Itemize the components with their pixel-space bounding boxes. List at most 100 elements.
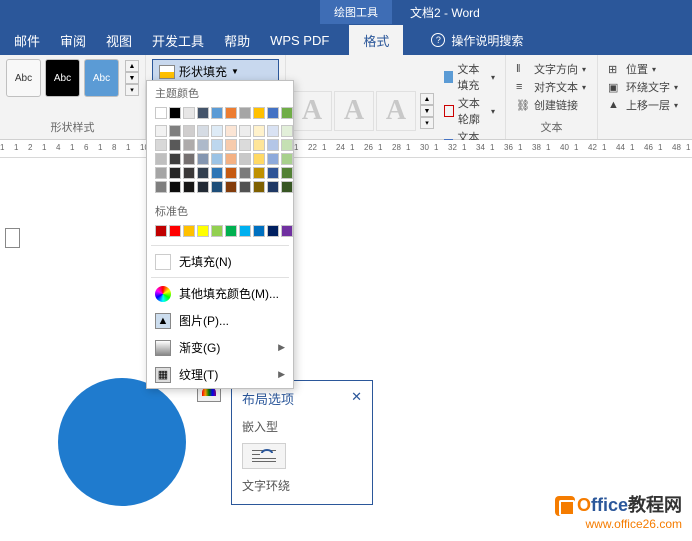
color-swatch[interactable] — [183, 107, 195, 119]
create-link-button[interactable]: ⛓创建链接 — [516, 97, 587, 113]
tab-wps-pdf[interactable]: WPS PDF — [270, 33, 329, 48]
color-swatch[interactable] — [253, 167, 265, 179]
color-swatch[interactable] — [183, 225, 195, 237]
document-canvas[interactable]: 布局选项 ✕ 嵌入型 文字环绕 — [0, 158, 692, 498]
color-swatch[interactable] — [155, 139, 167, 151]
text-outline-button[interactable]: 文本轮廓 ▾ — [444, 95, 495, 127]
color-swatch[interactable] — [281, 139, 293, 151]
color-swatch[interactable] — [281, 167, 293, 179]
color-swatch[interactable] — [211, 139, 223, 151]
color-swatch[interactable] — [239, 153, 251, 165]
color-swatch[interactable] — [211, 167, 223, 179]
shape-style-gallery[interactable]: Abc Abc Abc ▲ ▼ ▾ — [6, 59, 139, 97]
color-swatch[interactable] — [239, 125, 251, 137]
color-swatch[interactable] — [281, 225, 293, 237]
tab-help[interactable]: 帮助 — [224, 31, 250, 50]
color-swatch[interactable] — [183, 139, 195, 151]
chevron-down-icon[interactable]: ▼ — [420, 105, 434, 117]
circle-shape[interactable] — [58, 378, 186, 506]
color-swatch[interactable] — [253, 153, 265, 165]
color-swatch[interactable] — [197, 167, 209, 179]
color-swatch[interactable] — [211, 125, 223, 137]
color-swatch[interactable] — [281, 125, 293, 137]
color-swatch[interactable] — [267, 153, 279, 165]
color-swatch[interactable] — [267, 125, 279, 137]
color-swatch[interactable] — [225, 125, 237, 137]
picture-fill-item[interactable]: ▲图片(P)... — [147, 307, 293, 334]
color-swatch[interactable] — [211, 153, 223, 165]
color-swatch[interactable] — [253, 139, 265, 151]
color-swatch[interactable] — [211, 225, 223, 237]
color-swatch[interactable] — [197, 125, 209, 137]
texture-fill-item[interactable]: ▦纹理(T)▶ — [147, 361, 293, 388]
gradient-fill-item[interactable]: 渐变(G)▶ — [147, 334, 293, 361]
expand-icon[interactable]: ▾ — [420, 117, 434, 129]
align-text-button[interactable]: ≡对齐文本 ▾ — [516, 79, 587, 95]
color-swatch[interactable] — [267, 225, 279, 237]
shape-style-1[interactable]: Abc — [6, 59, 41, 97]
textbox-shape[interactable] — [5, 228, 20, 248]
color-swatch[interactable] — [183, 153, 195, 165]
context-tool-tab[interactable]: 绘图工具 — [320, 0, 392, 24]
color-swatch[interactable] — [267, 167, 279, 179]
color-swatch[interactable] — [225, 225, 237, 237]
color-swatch[interactable] — [197, 225, 209, 237]
tab-developer[interactable]: 开发工具 — [152, 31, 204, 50]
color-swatch[interactable] — [155, 181, 167, 193]
color-swatch[interactable] — [197, 139, 209, 151]
color-swatch[interactable] — [169, 153, 181, 165]
color-swatch[interactable] — [281, 181, 293, 193]
color-swatch[interactable] — [281, 153, 293, 165]
chevron-down-icon[interactable]: ▼ — [125, 72, 139, 84]
color-swatch[interactable] — [253, 181, 265, 193]
color-swatch[interactable] — [225, 107, 237, 119]
layout-inline-option[interactable] — [242, 443, 286, 469]
color-swatch[interactable] — [169, 181, 181, 193]
color-swatch[interactable] — [155, 225, 167, 237]
tab-mail[interactable]: 邮件 — [14, 31, 40, 50]
color-swatch[interactable] — [253, 107, 265, 119]
color-swatch[interactable] — [225, 181, 237, 193]
shape-style-3[interactable]: Abc — [84, 59, 119, 97]
tab-review[interactable]: 审阅 — [60, 31, 86, 50]
text-direction-button[interactable]: ‖文字方向 ▾ — [516, 61, 587, 77]
horizontal-ruler[interactable]: 1121416181101121141161181201221241261281… — [0, 140, 692, 158]
more-colors-item[interactable]: 其他填充颜色(M)... — [147, 280, 293, 307]
color-swatch[interactable] — [211, 107, 223, 119]
color-swatch[interactable] — [155, 125, 167, 137]
color-swatch[interactable] — [239, 167, 251, 179]
tab-format[interactable]: 格式 — [349, 25, 403, 56]
color-swatch[interactable] — [197, 181, 209, 193]
color-swatch[interactable] — [155, 167, 167, 179]
wordart-style-2[interactable]: A — [334, 91, 374, 131]
color-swatch[interactable] — [239, 225, 251, 237]
color-swatch[interactable] — [225, 167, 237, 179]
color-swatch[interactable] — [183, 125, 195, 137]
tab-view[interactable]: 视图 — [106, 31, 132, 50]
shape-style-2[interactable]: Abc — [45, 59, 80, 97]
no-fill-item[interactable]: 无填充(N) — [147, 248, 293, 275]
color-swatch[interactable] — [211, 181, 223, 193]
position-button[interactable]: ⊞位置 ▾ — [608, 61, 678, 77]
color-swatch[interactable] — [239, 181, 251, 193]
close-icon[interactable]: ✕ — [351, 389, 362, 408]
color-swatch[interactable] — [253, 225, 265, 237]
color-swatch[interactable] — [183, 181, 195, 193]
color-swatch[interactable] — [155, 153, 167, 165]
tell-me-search[interactable]: ? 操作说明搜索 — [431, 32, 523, 49]
expand-icon[interactable]: ▾ — [125, 84, 139, 96]
color-swatch[interactable] — [155, 107, 167, 119]
color-swatch[interactable] — [169, 107, 181, 119]
wrap-text-button[interactable]: ▣环绕文字 ▾ — [608, 79, 678, 95]
wordart-style-3[interactable]: A — [376, 91, 416, 131]
color-swatch[interactable] — [239, 139, 251, 151]
color-swatch[interactable] — [169, 225, 181, 237]
color-swatch[interactable] — [281, 107, 293, 119]
color-swatch[interactable] — [225, 153, 237, 165]
color-swatch[interactable] — [169, 139, 181, 151]
color-swatch[interactable] — [225, 139, 237, 151]
chevron-up-icon[interactable]: ▲ — [125, 60, 139, 72]
color-swatch[interactable] — [267, 181, 279, 193]
color-swatch[interactable] — [183, 167, 195, 179]
color-swatch[interactable] — [169, 167, 181, 179]
